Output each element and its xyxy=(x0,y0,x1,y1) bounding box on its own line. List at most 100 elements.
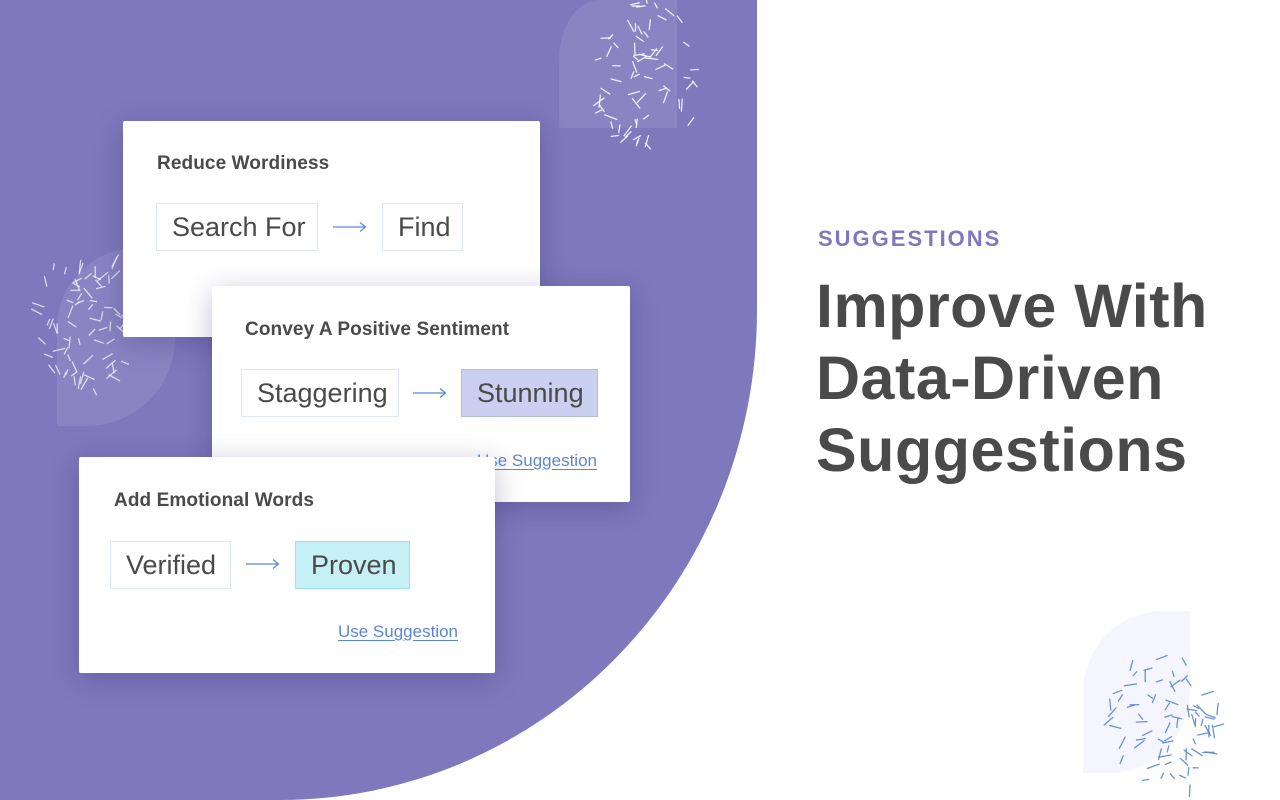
decorative-dash xyxy=(1157,738,1165,743)
decorative-dash xyxy=(111,256,118,270)
decorative-dash xyxy=(1135,737,1146,741)
decorative-dash xyxy=(632,134,642,141)
decorative-dash xyxy=(106,338,115,345)
decorative-dash xyxy=(1216,702,1219,716)
headline-line: Improve With xyxy=(816,272,1208,340)
decorative-dash xyxy=(610,121,614,129)
decorative-dash xyxy=(594,57,602,61)
decorative-dash xyxy=(687,116,695,127)
decorative-dash xyxy=(68,336,71,349)
decorative-dash xyxy=(655,46,664,57)
decorative-dash xyxy=(1137,713,1144,721)
decorative-dash xyxy=(683,76,691,79)
decorative-dash xyxy=(1129,659,1134,672)
decorative-dash xyxy=(691,80,698,88)
decorative-dash xyxy=(70,370,78,377)
decorative-dash xyxy=(610,134,620,138)
decorative-dash xyxy=(84,272,93,280)
decorative-dash xyxy=(108,275,110,284)
decorative-dash xyxy=(110,270,121,280)
decorative-dash xyxy=(657,15,667,21)
decorative-dash xyxy=(1191,748,1204,757)
decorative-dash xyxy=(1171,670,1175,678)
page-headline: Improve With Data-Driven Suggestions xyxy=(816,270,1256,486)
decorative-dash xyxy=(102,353,113,360)
decorative-dash xyxy=(98,326,108,331)
decorative-dashes-bottom-right xyxy=(1103,654,1225,798)
decorative-dash xyxy=(67,305,74,319)
decorative-dash xyxy=(1142,778,1150,782)
decorative-dash xyxy=(88,328,96,336)
decorative-dash xyxy=(663,62,674,70)
card-title: Add Emotional Words xyxy=(114,490,314,511)
decorative-dash xyxy=(1163,735,1173,742)
decorative-dash xyxy=(678,99,681,109)
decorative-dash xyxy=(1164,702,1171,711)
decorative-dash xyxy=(1119,754,1125,765)
decorative-dash xyxy=(637,25,643,35)
arrow-right-icon xyxy=(333,222,367,232)
decorative-dash xyxy=(92,388,98,396)
decorative-dash xyxy=(600,87,611,95)
decorative-dash xyxy=(594,109,603,114)
decorative-dashes-top xyxy=(592,0,699,150)
decorative-dash xyxy=(83,287,93,299)
decorative-dash xyxy=(664,8,675,17)
decorative-dash xyxy=(1188,784,1191,798)
decorative-dash xyxy=(1160,772,1165,780)
decorative-dash xyxy=(655,64,666,71)
decorative-dash xyxy=(630,71,635,79)
decorative-dash xyxy=(676,15,683,24)
decorative-dash xyxy=(1155,679,1164,683)
decorative-dash xyxy=(619,135,629,144)
card-title: Reduce Wordiness xyxy=(157,153,330,174)
decorative-dash xyxy=(1155,654,1168,661)
decorative-dash xyxy=(1176,718,1179,729)
decorative-dash xyxy=(1146,763,1160,770)
use-suggestion-link[interactable]: Use Suggestion xyxy=(338,622,458,642)
decorative-dash xyxy=(1123,683,1138,687)
suggested-word[interactable]: Proven xyxy=(295,541,410,589)
decorative-dash xyxy=(1112,689,1123,695)
suggestion-card-emotional-words: Add Emotional Words Verified Proven Use … xyxy=(79,457,495,673)
arrow-right-icon xyxy=(246,559,280,569)
decorative-dash xyxy=(682,41,690,47)
decorative-dash xyxy=(105,359,116,369)
original-word: Search For xyxy=(156,203,318,251)
decorative-dash xyxy=(1181,657,1187,667)
decorative-dash xyxy=(1164,722,1171,734)
decorative-dash xyxy=(63,337,70,342)
decorative-dash xyxy=(113,307,121,316)
decorative-dash xyxy=(37,337,46,345)
decorative-dash xyxy=(93,339,105,344)
decorative-dash xyxy=(1213,723,1225,728)
suggested-word[interactable]: Stunning xyxy=(461,369,598,417)
decorative-dash xyxy=(1197,731,1211,736)
decorative-dash xyxy=(1171,715,1182,720)
decorative-dash xyxy=(642,114,650,120)
decorative-dash xyxy=(109,321,112,332)
decorative-dash xyxy=(76,292,83,301)
original-word: Verified xyxy=(110,541,231,589)
decorative-dash xyxy=(1186,704,1190,718)
decorative-dash xyxy=(1196,704,1207,715)
decorative-dash xyxy=(95,285,106,290)
decorative-dash xyxy=(43,276,48,287)
decorative-dash xyxy=(1185,678,1192,687)
decorative-dash xyxy=(600,37,611,40)
decorative-dash xyxy=(651,49,658,52)
decorative-dash xyxy=(607,34,614,40)
decorative-dash xyxy=(1183,749,1193,757)
decorative-dash xyxy=(629,1,640,6)
decorative-dash xyxy=(77,338,81,345)
decorative-dash xyxy=(92,275,102,281)
decorative-dash xyxy=(115,313,123,319)
suggested-word[interactable]: Find xyxy=(382,203,463,251)
decorative-dash xyxy=(613,42,619,49)
decorative-dash xyxy=(603,113,618,121)
decorative-dash xyxy=(52,347,66,353)
decorative-dash xyxy=(52,263,55,271)
decorative-dash xyxy=(643,31,649,38)
decorative-dash xyxy=(662,91,669,104)
decorative-dash xyxy=(1204,724,1212,737)
